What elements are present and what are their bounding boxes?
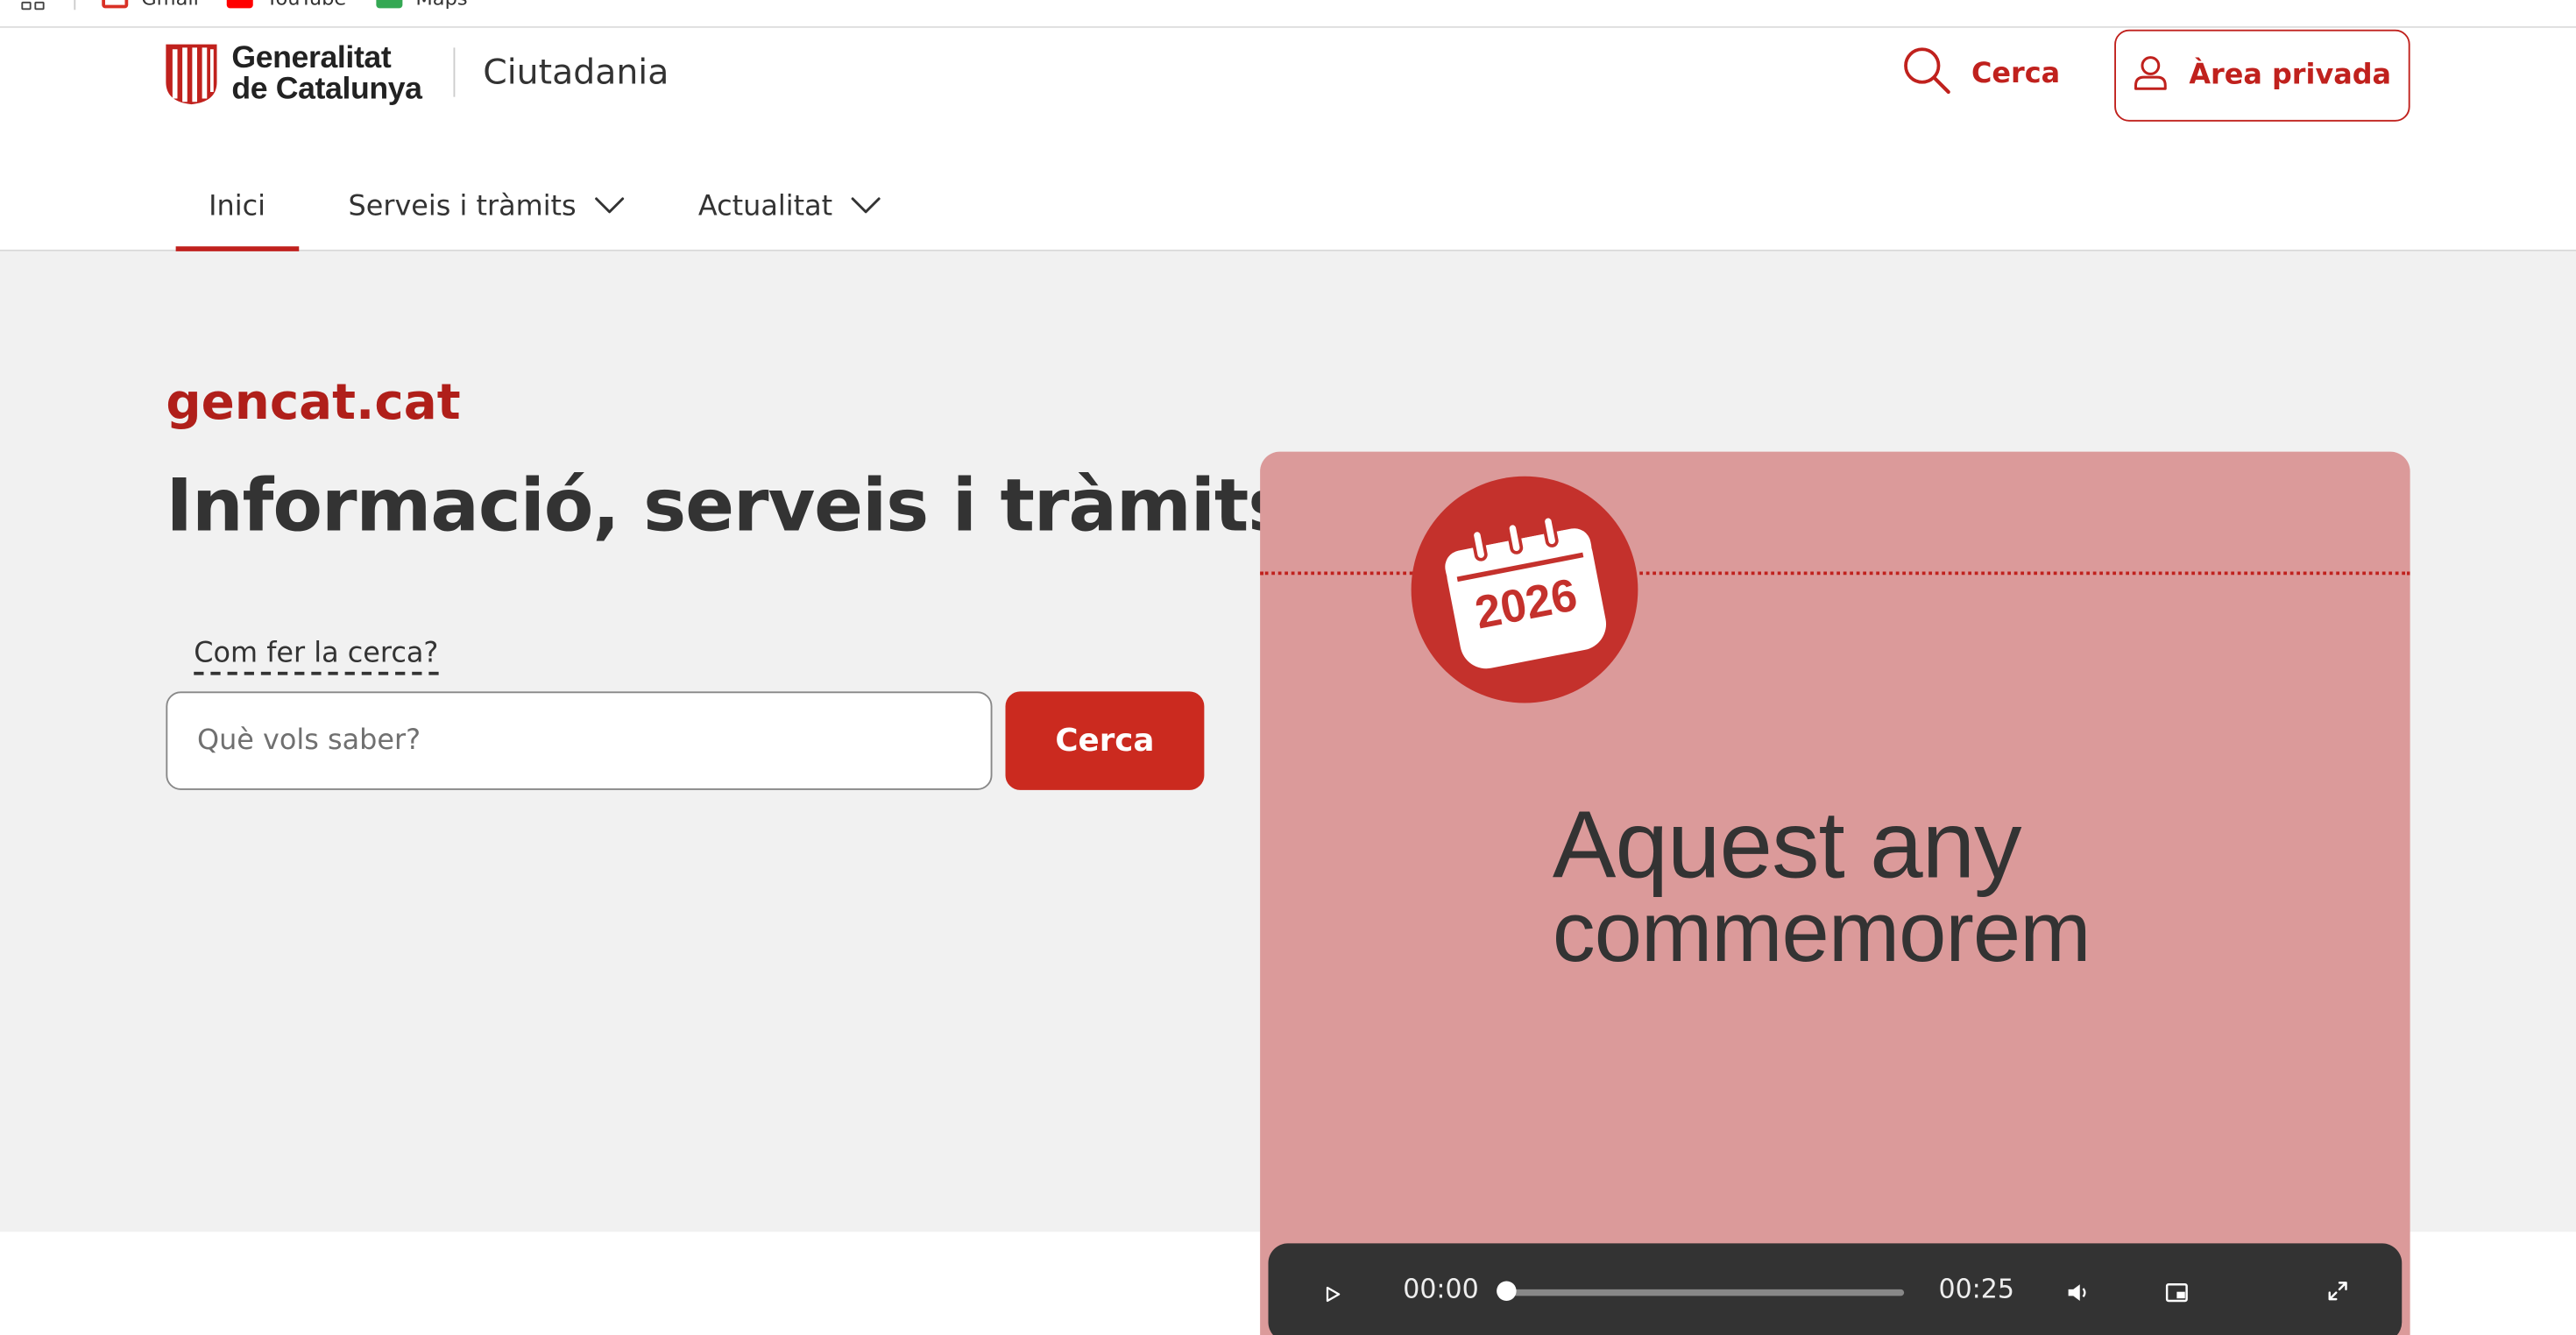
calendar-badge: 2026 (1411, 476, 1638, 703)
senyera-emblem-icon (165, 43, 219, 105)
fullscreen-button[interactable] (2320, 1243, 2356, 1335)
private-area-button[interactable]: Àrea privada (2114, 29, 2410, 122)
logo-line-1: Generalitat (231, 40, 392, 76)
chevron-down-icon (592, 191, 626, 224)
logo-line-2: de Catalunya (231, 72, 422, 107)
gmail-icon (102, 0, 129, 9)
main-nav: Inici Serveis i tràmits Actualitat (0, 163, 2576, 253)
play-button[interactable] (1314, 1243, 1350, 1335)
video-controls: 00:00 00:25 (1268, 1243, 2403, 1335)
volume-button[interactable] (2060, 1243, 2096, 1335)
volume-icon (2067, 1277, 2090, 1309)
duration: 00:25 (1938, 1273, 2014, 1304)
fullscreen-icon (2326, 1277, 2349, 1309)
play-icon (1324, 1277, 1341, 1309)
page: Gmail YouTube Maps Ge (0, 0, 2576, 1335)
private-area-label: Àrea privada (2189, 59, 2392, 93)
picture-in-picture-button[interactable] (2157, 1243, 2197, 1335)
generalitat-logo[interactable]: Generalitat de Catalunya (165, 41, 422, 107)
chevron-down-icon (849, 191, 882, 224)
header-divider (453, 47, 456, 97)
site-header: Generalitat de Catalunya Ciutadania Cerc… (0, 27, 2576, 253)
bookmarks-separator (74, 0, 76, 11)
search-button[interactable]: Cerca (1005, 691, 1205, 790)
bookmark-gmail[interactable]: Gmail (102, 0, 199, 10)
nav-item-serveis-i-tramits[interactable]: Serveis i tràmits (349, 163, 626, 251)
brand-heading: gencat.cat (166, 374, 461, 433)
seek-thumb[interactable] (1497, 1281, 1517, 1301)
nav-item-label: Actualitat (697, 190, 833, 224)
bookmark-label: Maps (415, 0, 467, 10)
nav-item-actualitat[interactable]: Actualitat (698, 163, 882, 251)
bookmarks-bar: Gmail YouTube Maps (0, 0, 2576, 28)
apps-grid-icon[interactable] (21, 0, 46, 11)
page-title: Informació, serveis i tràmits (166, 464, 1291, 549)
logo-wordmark: Generalitat de Catalunya (231, 40, 422, 107)
commemoration-video[interactable]: 2026 Aquest any commemorem 00:00 00:25 (1260, 451, 2410, 1335)
youtube-icon (226, 0, 253, 9)
header-search-label: Cerca (1971, 57, 2061, 91)
nav-item-label: Inici (209, 190, 265, 224)
current-time: 00:00 (1403, 1273, 1479, 1304)
nav-item-inici[interactable]: Inici (176, 163, 298, 253)
video-headline-line-2: commemorem (1552, 885, 2091, 981)
bookmark-label: YouTube (266, 0, 346, 10)
user-icon (2134, 53, 2169, 98)
site-name[interactable]: Ciutadania (483, 53, 669, 92)
maps-icon (376, 0, 403, 9)
seek-bar[interactable] (1506, 1289, 1905, 1296)
search-icon (1902, 46, 1951, 103)
search-input[interactable] (166, 691, 993, 790)
bookmark-maps[interactable]: Maps (376, 0, 468, 10)
bookmark-youtube[interactable]: YouTube (226, 0, 346, 10)
nav-item-label: Serveis i tràmits (348, 190, 577, 224)
search-help-link[interactable]: Com fer la cerca? (194, 638, 439, 675)
bookmark-label: Gmail (141, 0, 199, 10)
header-search-button[interactable]: Cerca (1902, 46, 2061, 98)
picture-in-picture-icon (2165, 1277, 2188, 1309)
